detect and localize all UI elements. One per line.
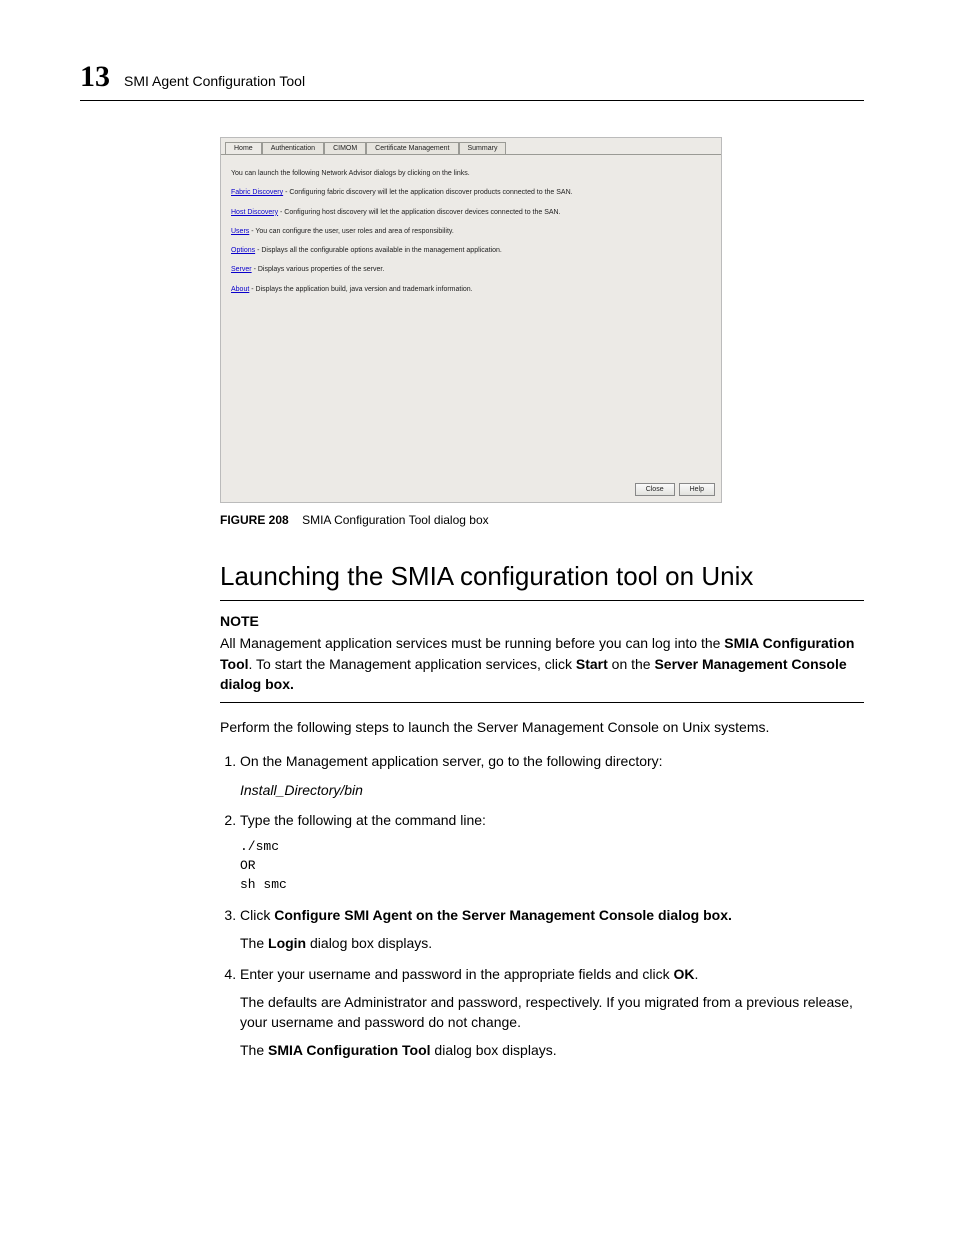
sub-bold: Login: [268, 935, 306, 951]
step-bold: OK: [673, 966, 694, 982]
link-about[interactable]: About: [231, 286, 249, 293]
item-desc: - Displays the application build, java v…: [249, 286, 472, 293]
page-header: 13 SMI Agent Configuration Tool: [80, 60, 864, 101]
chapter-title: SMI Agent Configuration Tool: [124, 73, 305, 89]
install-path: Install_Directory/bin: [240, 780, 864, 800]
tab-authentication[interactable]: Authentication: [262, 142, 324, 154]
tab-summary[interactable]: Summary: [459, 142, 507, 154]
dialog-item: Users - You can configure the user, user…: [231, 225, 711, 238]
step-2: Type the following at the command line: …: [240, 810, 864, 895]
step-1: On the Management application server, go…: [240, 751, 864, 800]
note-part: . To start the Management application se…: [249, 656, 576, 672]
tab-cimom[interactable]: CIMOM: [324, 142, 366, 154]
figure-label: FIGURE 208: [220, 513, 289, 527]
tab-home[interactable]: Home: [225, 142, 262, 154]
help-button[interactable]: Help: [679, 483, 715, 496]
step-text: On the Management application server, go…: [240, 753, 663, 769]
step-sub: The Login dialog box displays.: [240, 933, 864, 953]
dialog-item: Fabric Discovery - Configuring fabric di…: [231, 186, 711, 199]
close-button[interactable]: Close: [635, 483, 675, 496]
step-3: Click Configure SMI Agent on the Server …: [240, 905, 864, 954]
dialog-item: About - Displays the application build, …: [231, 283, 711, 296]
item-desc: - Configuring host discovery will let th…: [278, 209, 560, 216]
step-text: Enter your username and password in the …: [240, 966, 673, 982]
step-text: .: [694, 966, 698, 982]
step-sub: The SMIA Configuration Tool dialog box d…: [240, 1040, 864, 1060]
section-rule: [220, 600, 864, 601]
dialog-intro-text: You can launch the following Network Adv…: [231, 167, 711, 180]
section-heading: Launching the SMIA configuration tool on…: [220, 561, 864, 592]
chapter-number: 13: [80, 60, 110, 94]
step-sub: The defaults are Administrator and passw…: [240, 992, 864, 1033]
figure-caption-text: SMIA Configuration Tool dialog box: [302, 513, 489, 527]
intro-paragraph: Perform the following steps to launch th…: [220, 717, 864, 737]
step-text: Type the following at the command line:: [240, 812, 486, 828]
note-bold: Start: [576, 656, 608, 672]
dialog-item: Server - Displays various properties of …: [231, 263, 711, 276]
dialog-footer: Close Help: [221, 477, 721, 502]
figure-caption: FIGURE 208 SMIA Configuration Tool dialo…: [220, 513, 864, 527]
smia-config-dialog: Home Authentication CIMOM Certificate Ma…: [220, 137, 722, 503]
sub-part: dialog box displays.: [431, 1042, 557, 1058]
dialog-item: Host Discovery - Configuring host discov…: [231, 206, 711, 219]
sub-part: The: [240, 935, 268, 951]
item-desc: - Configuring fabric discovery will let …: [283, 189, 572, 196]
sub-part: The: [240, 1042, 268, 1058]
item-desc: - Displays all the configurable options …: [255, 247, 502, 254]
link-fabric-discovery[interactable]: Fabric Discovery: [231, 189, 283, 196]
note-rule: [220, 702, 864, 703]
link-users[interactable]: Users: [231, 228, 249, 235]
link-options[interactable]: Options: [231, 247, 255, 254]
step-text: Click: [240, 907, 274, 923]
command-block: ./smc OR sh smc: [240, 838, 864, 895]
note-part: on the: [608, 656, 655, 672]
note-part: All Management application services must…: [220, 635, 724, 651]
step-bold: Configure SMI Agent on the Server Manage…: [274, 907, 732, 923]
dialog-body: You can launch the following Network Adv…: [221, 154, 721, 477]
item-desc: - Displays various properties of the ser…: [252, 266, 385, 273]
figure-container: Home Authentication CIMOM Certificate Ma…: [220, 137, 864, 503]
item-desc: - You can configure the user, user roles…: [249, 228, 454, 235]
tab-certificate-management[interactable]: Certificate Management: [366, 142, 458, 154]
dialog-tabs: Home Authentication CIMOM Certificate Ma…: [221, 138, 721, 154]
sub-bold: SMIA Configuration Tool: [268, 1042, 431, 1058]
dialog-item: Options - Displays all the configurable …: [231, 244, 711, 257]
step-4: Enter your username and password in the …: [240, 964, 864, 1061]
steps-list: On the Management application server, go…: [220, 751, 864, 1060]
note-label: NOTE: [220, 611, 864, 631]
link-host-discovery[interactable]: Host Discovery: [231, 209, 278, 216]
note-text: All Management application services must…: [220, 633, 864, 694]
link-server[interactable]: Server: [231, 266, 252, 273]
sub-part: dialog box displays.: [306, 935, 432, 951]
